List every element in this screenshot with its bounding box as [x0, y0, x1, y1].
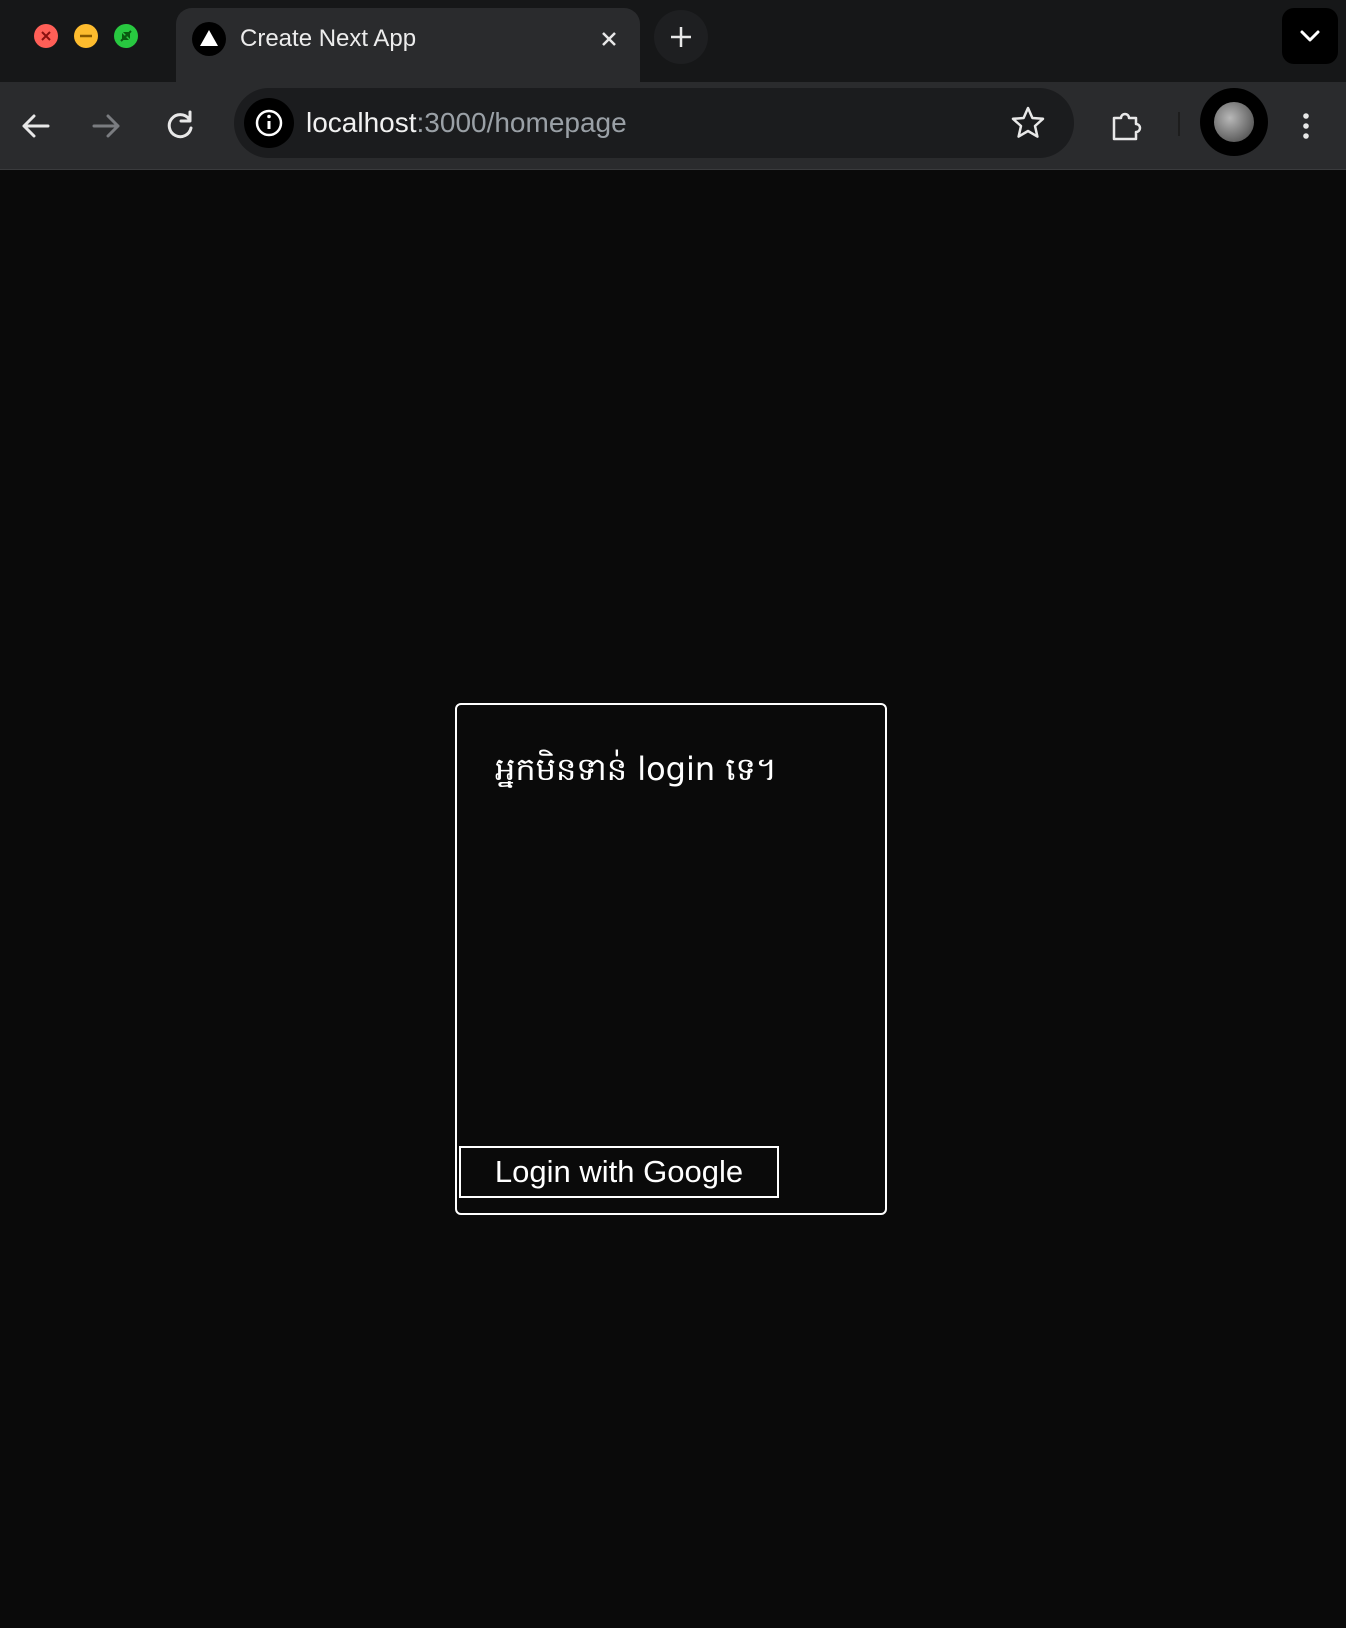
close-icon — [41, 31, 51, 41]
info-icon[interactable] — [244, 98, 294, 148]
profile-avatar-button[interactable] — [1200, 88, 1268, 156]
not-logged-in-message: អ្នកមិនទាន់ login ទេ។ — [495, 750, 777, 788]
puzzle-icon — [1112, 112, 1142, 141]
login-with-google-button[interactable]: Login with Google — [459, 1146, 779, 1198]
avatar — [1214, 102, 1254, 142]
browser-toolbar: localhost:3000/homepage — [0, 82, 1346, 170]
url-text[interactable]: localhost:3000/homepage — [306, 88, 627, 158]
login-card: អ្នកមិនទាន់ login ទេ។ Login with Google — [455, 703, 887, 1215]
arrow-left-icon — [22, 114, 50, 138]
new-tab-button[interactable] — [654, 10, 708, 64]
fullscreen-window-button[interactable] — [114, 24, 138, 48]
address-bar[interactable]: localhost:3000/homepage — [234, 88, 1074, 158]
browser-tabstrip: Create Next App — [0, 0, 1346, 82]
back-button[interactable] — [12, 102, 60, 150]
reload-button[interactable] — [156, 102, 204, 150]
more-vertical-icon — [1303, 113, 1309, 139]
url-path: :3000/homepage — [416, 107, 627, 138]
close-window-button[interactable] — [34, 24, 58, 48]
browser-menu-button[interactable] — [1282, 102, 1330, 150]
reload-icon — [167, 110, 193, 139]
triangle-icon — [192, 22, 226, 56]
minimize-icon — [80, 34, 92, 38]
forward-button[interactable] — [82, 102, 130, 150]
tab-create-next-app[interactable]: Create Next App — [176, 8, 640, 82]
extensions-button[interactable] — [1102, 102, 1150, 150]
plus-icon — [671, 27, 691, 47]
bookmark-star-icon[interactable] — [1004, 99, 1052, 147]
fullscreen-icon — [120, 30, 132, 42]
toolbar-divider — [1178, 112, 1180, 136]
minimize-window-button[interactable] — [74, 24, 98, 48]
close-tab-icon[interactable] — [592, 22, 626, 56]
tab-search-button[interactable] — [1282, 8, 1338, 64]
url-host: localhost — [306, 107, 417, 138]
tab-title: Create Next App — [240, 25, 417, 52]
chevron-down-icon — [1300, 30, 1320, 42]
page-content: អ្នកមិនទាន់ login ទេ។ Login with Google — [0, 170, 1346, 1628]
arrow-right-icon — [92, 114, 120, 138]
